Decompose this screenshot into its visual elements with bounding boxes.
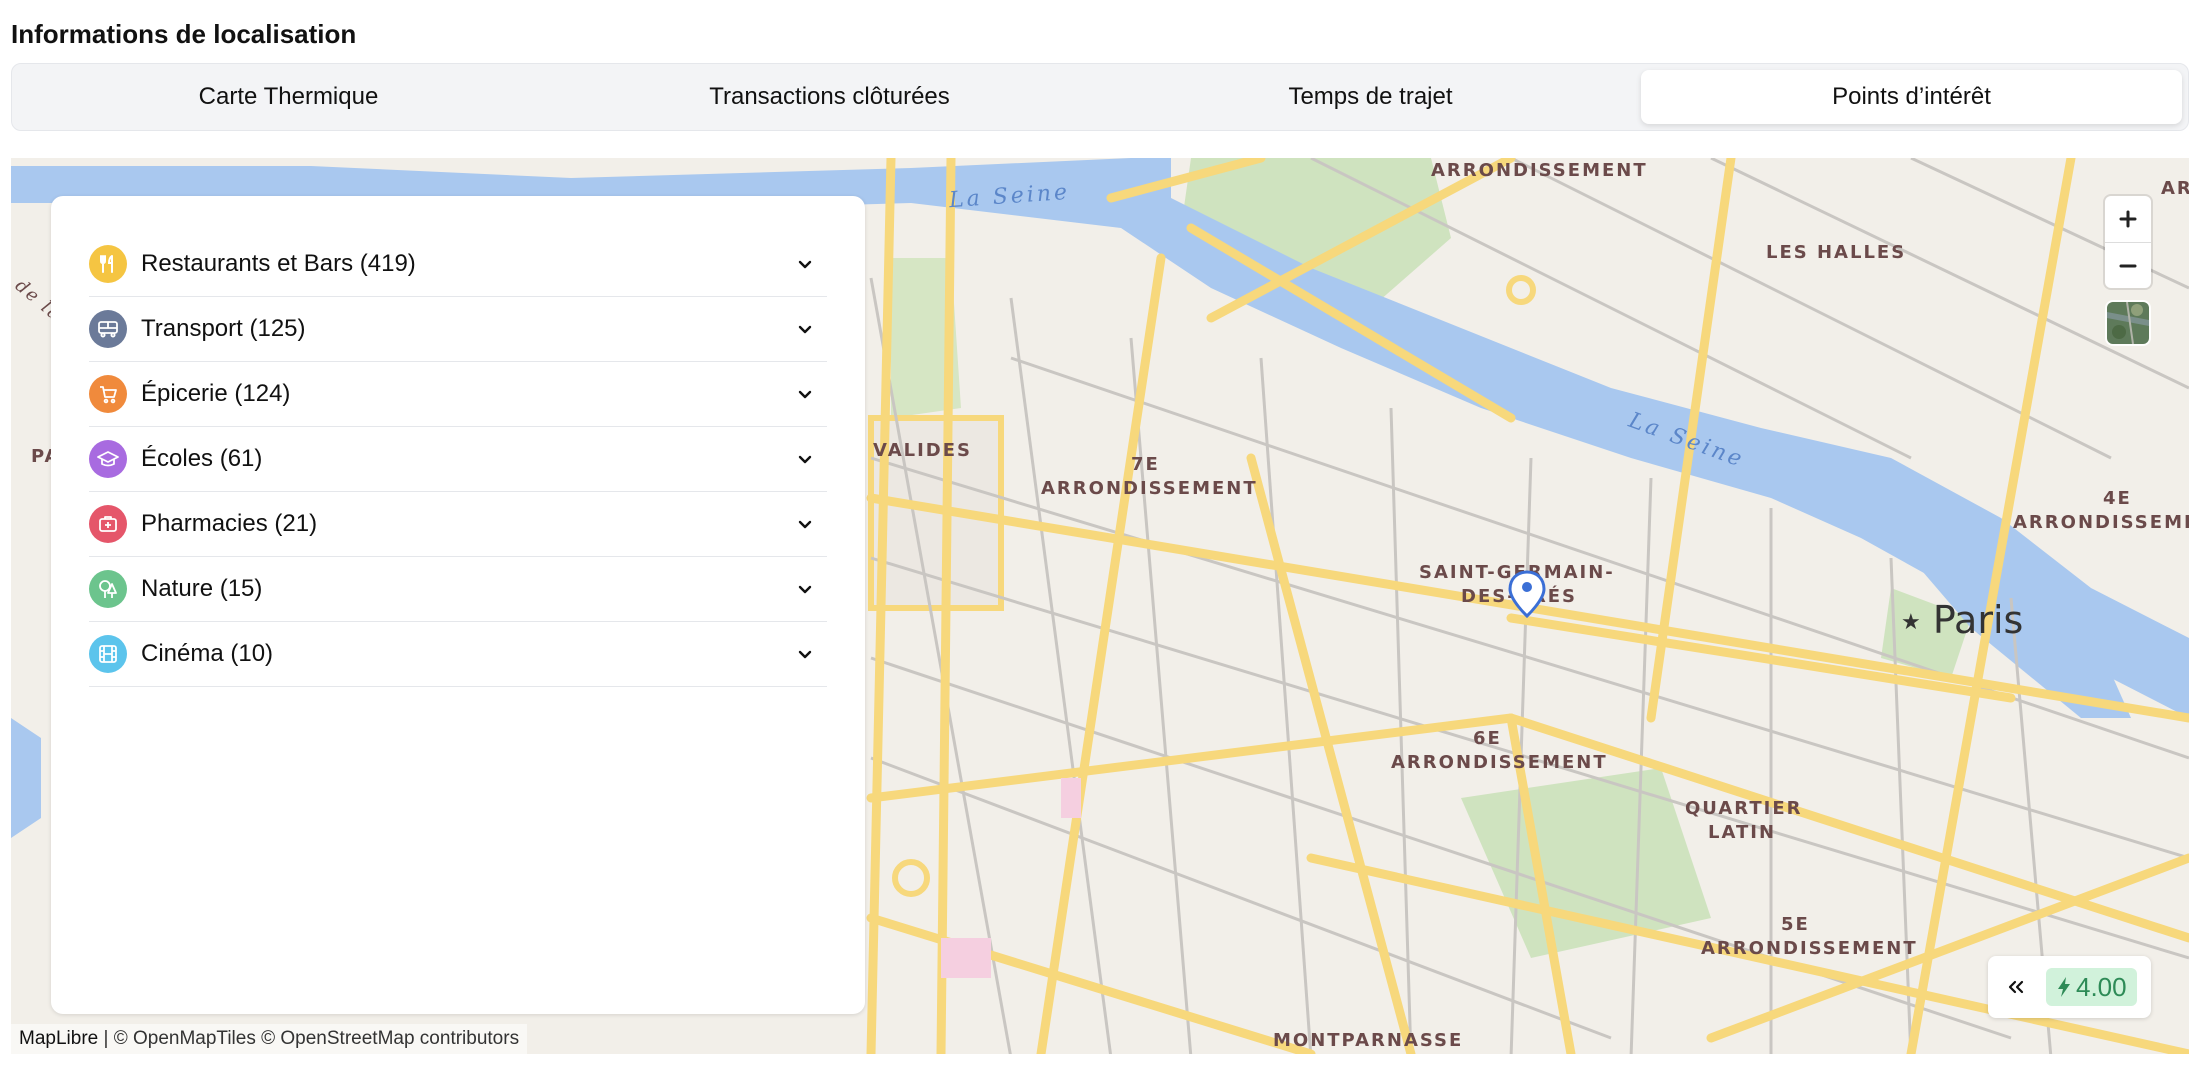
medical-kit-icon (89, 505, 127, 543)
poi-category-ecoles[interactable]: Écoles (61) (89, 427, 827, 492)
district-label: ARI (2161, 178, 2189, 199)
district-label: ARRONDISSEMENT (1391, 752, 1608, 773)
capital-star-icon: ★ (1901, 610, 1921, 635)
plus-icon (2119, 210, 2137, 228)
district-label: VALIDES (873, 440, 973, 461)
district-label: 7E (1131, 454, 1160, 475)
maplibre-link[interactable]: MapLibre (19, 1028, 98, 1049)
city-label-paris: ★ Paris (1901, 598, 2023, 642)
district-label: LATIN (1708, 822, 1777, 843)
attribution-text: | © OpenMapTiles © OpenStreetMap contrib… (98, 1028, 520, 1049)
district-label: ARRONDISSEMENT (1431, 160, 1648, 181)
poi-category-label: Transport (125) (141, 315, 306, 342)
section-title: Informations de localisation (11, 19, 357, 49)
district-label: QUARTIER (1685, 798, 1803, 819)
district-label: 5E (1781, 914, 1810, 935)
poi-category-nature[interactable]: Nature (15) (89, 557, 827, 622)
tab-transactions-cloturees[interactable]: Transactions clôturées (559, 70, 1100, 124)
district-label: MONTPARNASSE (1273, 1030, 1464, 1051)
poi-category-restaurants[interactable]: Restaurants et Bars (419) (89, 232, 827, 297)
score-value: 4.00 (2076, 971, 2127, 1002)
score-badge: 4.00 (2046, 968, 2137, 1006)
district-label: ARRONDISSEMEN (2013, 512, 2189, 533)
chevron-down-icon[interactable] (793, 252, 817, 276)
location-pin-icon[interactable] (1507, 570, 1547, 618)
zoom-out-button[interactable] (2105, 242, 2151, 288)
film-icon (89, 635, 127, 673)
cart-icon (89, 375, 127, 413)
tab-carte-thermique[interactable]: Carte Thermique (18, 70, 559, 124)
minus-icon (2119, 264, 2137, 268)
graduation-cap-icon (89, 440, 127, 478)
map-canvas[interactable]: La Seine La Seine ARRONDISSEMENT ARI LES… (11, 158, 2189, 1054)
trees-icon (89, 570, 127, 608)
poi-category-label: Restaurants et Bars (419) (141, 250, 416, 277)
tab-bar: Carte Thermique Transactions clôturées T… (11, 63, 2189, 131)
tab-points-d-interet[interactable]: Points d’intérêt (1641, 70, 2182, 124)
chevron-down-icon[interactable] (793, 447, 817, 471)
satellite-thumbnail-icon (2107, 302, 2149, 344)
zoom-in-button[interactable] (2105, 196, 2151, 242)
poi-category-pharmacies[interactable]: Pharmacies (21) (89, 492, 827, 557)
collapse-button[interactable] (1994, 965, 2038, 1009)
district-label: ARRONDISSEMENT (1041, 478, 1258, 499)
zoom-control (2105, 196, 2151, 288)
score-control: 4.00 (1988, 956, 2151, 1018)
poi-panel: Restaurants et Bars (419) Transport (125… (51, 196, 865, 1014)
double-chevron-left-icon (2008, 980, 2024, 994)
bus-icon (89, 310, 127, 348)
poi-category-transport[interactable]: Transport (125) (89, 297, 827, 362)
district-label: LES HALLES (1766, 242, 1907, 263)
chevron-down-icon[interactable] (793, 512, 817, 536)
poi-category-label: Cinéma (10) (141, 640, 274, 667)
poi-category-epicerie[interactable]: Épicerie (124) (89, 362, 827, 427)
poi-category-label: Écoles (61) (141, 445, 263, 472)
page: Informations de localisation Carte Therm… (0, 0, 2208, 1074)
lightning-icon (2058, 977, 2070, 997)
poi-category-label: Pharmacies (21) (141, 510, 318, 537)
district-label: 4E (2103, 488, 2132, 509)
district-label: ARRONDISSEMENT (1701, 938, 1918, 959)
poi-category-cinema[interactable]: Cinéma (10) (89, 622, 827, 687)
chevron-down-icon[interactable] (793, 382, 817, 406)
poi-category-label: Épicerie (124) (141, 380, 291, 407)
city-name: Paris (1932, 598, 2024, 642)
chevron-down-icon[interactable] (793, 642, 817, 666)
map-attribution: MapLibre | © OpenMapTiles © OpenStreetMa… (11, 1024, 528, 1054)
utensils-icon (89, 245, 127, 283)
district-label: 6E (1473, 728, 1502, 749)
chevron-down-icon[interactable] (793, 577, 817, 601)
tab-temps-de-trajet[interactable]: Temps de trajet (1100, 70, 1641, 124)
satellite-toggle-button[interactable] (2107, 302, 2149, 344)
poi-category-label: Nature (15) (141, 575, 263, 602)
chevron-down-icon[interactable] (793, 317, 817, 341)
